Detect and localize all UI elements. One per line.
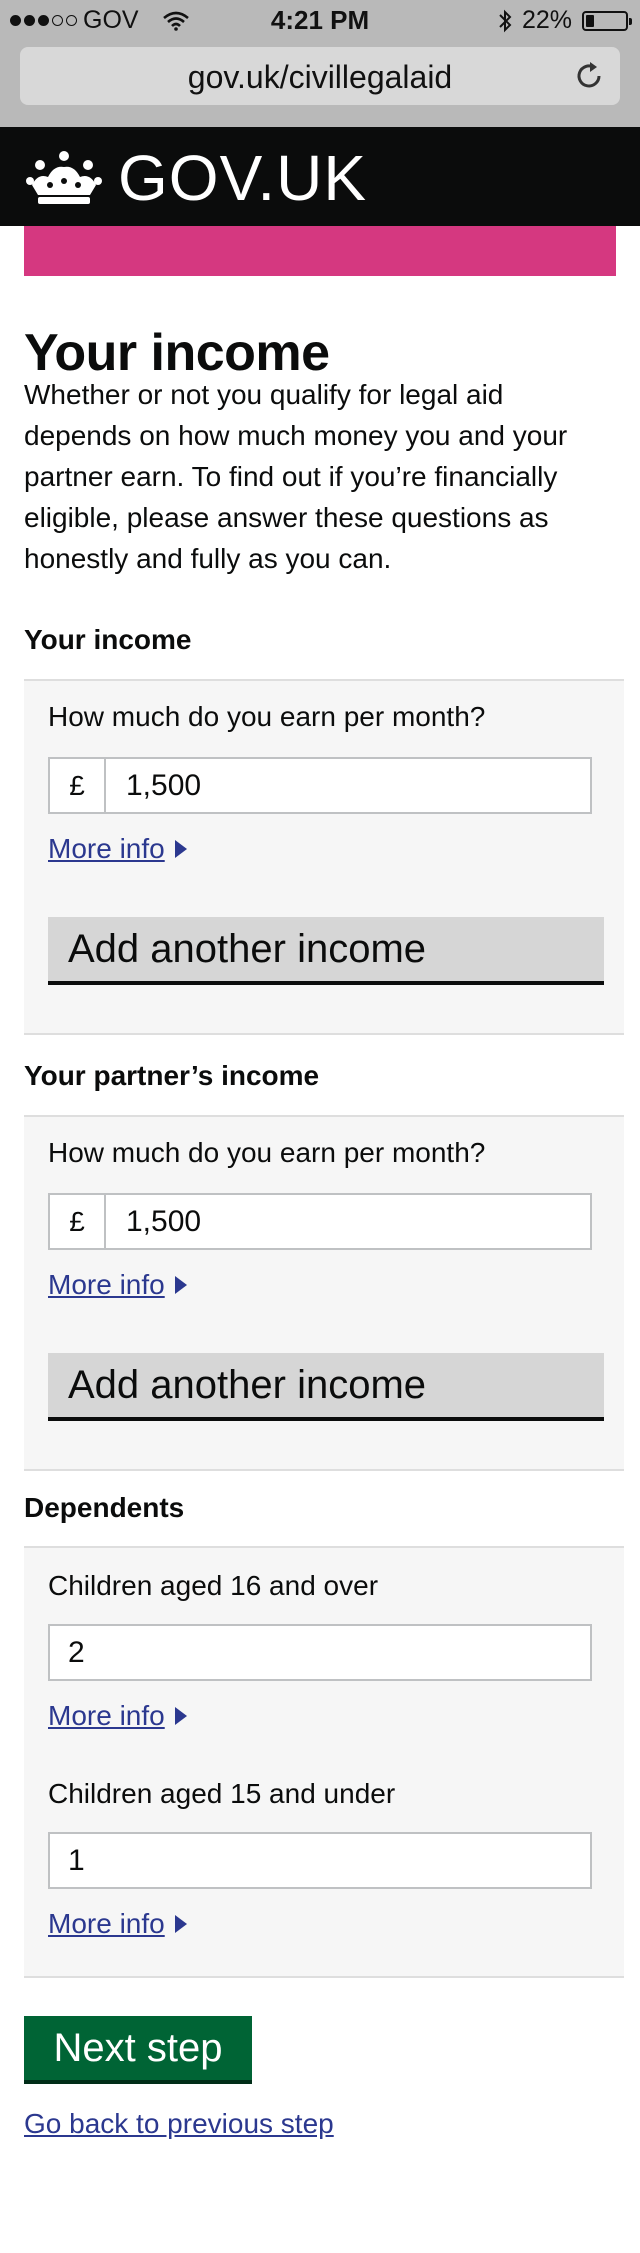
your-income-panel: How much do you earn per month? £ 1,500 … [24, 679, 624, 1035]
more-info-label[interactable]: More info [48, 833, 165, 865]
your-income-value[interactable]: 1,500 [106, 759, 590, 812]
partner-income-panel: How much do you earn per month? £ 1,500 … [24, 1115, 624, 1471]
url-text[interactable]: gov.uk/civillegalaid [20, 59, 620, 96]
triangle-right-icon [174, 1276, 187, 1294]
children-16-over-label: Children aged 16 and over [48, 1570, 379, 1601]
children-15-under-label: Children aged 15 and under [48, 1778, 396, 1809]
govuk-logo-text[interactable]: GOV.UK [118, 141, 367, 215]
more-info-link[interactable]: More info [48, 1700, 187, 1732]
currency-prefix: £ [50, 759, 106, 812]
more-info-link[interactable]: More info [48, 1269, 187, 1301]
your-income-input[interactable]: £ 1,500 [48, 757, 592, 814]
browser-chrome: GOV 4:21 PM 22% gov.uk/civillegalaid [0, 0, 640, 127]
triangle-right-icon [174, 840, 187, 858]
dependents-heading: Dependents [24, 1492, 185, 1523]
triangle-right-icon [174, 1915, 187, 1933]
phase-banner [24, 226, 616, 276]
more-info-link[interactable]: More info [48, 833, 187, 865]
add-another-income-button[interactable]: Add another income [48, 917, 604, 985]
more-info-link[interactable]: More info [48, 1908, 187, 1940]
page-intro: Whether or not you qualify for legal aid… [24, 379, 568, 574]
partner-income-value[interactable]: 1,500 [106, 1195, 590, 1248]
partner-income-question: How much do you earn per month? [48, 1137, 486, 1168]
children-15-under-input[interactable]: 1 [48, 1832, 592, 1889]
more-info-label[interactable]: More info [48, 1908, 165, 1940]
children-16-over-input[interactable]: 2 [48, 1624, 592, 1681]
your-income-question: How much do you earn per month? [48, 701, 486, 732]
status-right: 22% [498, 6, 632, 35]
crown-icon [26, 151, 102, 204]
next-step-button[interactable]: Next step [24, 2016, 252, 2084]
back-link[interactable]: Go back to previous step [24, 2108, 334, 2140]
partner-income-input[interactable]: £ 1,500 [48, 1193, 592, 1250]
partner-income-heading: Your partner’s income [24, 1060, 320, 1091]
more-info-label[interactable]: More info [48, 1269, 165, 1301]
reload-icon[interactable] [572, 59, 606, 93]
battery-icon [582, 10, 632, 31]
battery-percent: 22% [521, 6, 572, 34]
more-info-label[interactable]: More info [48, 1700, 165, 1732]
govuk-header: GOV.UK [0, 127, 640, 226]
status-bar: GOV 4:21 PM 22% [0, 0, 640, 40]
bluetooth-icon [499, 9, 512, 32]
triangle-right-icon [174, 1707, 187, 1725]
currency-prefix: £ [50, 1195, 106, 1248]
dependents-panel: Children aged 16 and over 2 More info Ch… [24, 1546, 624, 1978]
url-bar[interactable]: gov.uk/civillegalaid [20, 47, 620, 105]
add-another-income-button[interactable]: Add another income [48, 1353, 604, 1421]
your-income-heading: Your income [24, 624, 192, 655]
